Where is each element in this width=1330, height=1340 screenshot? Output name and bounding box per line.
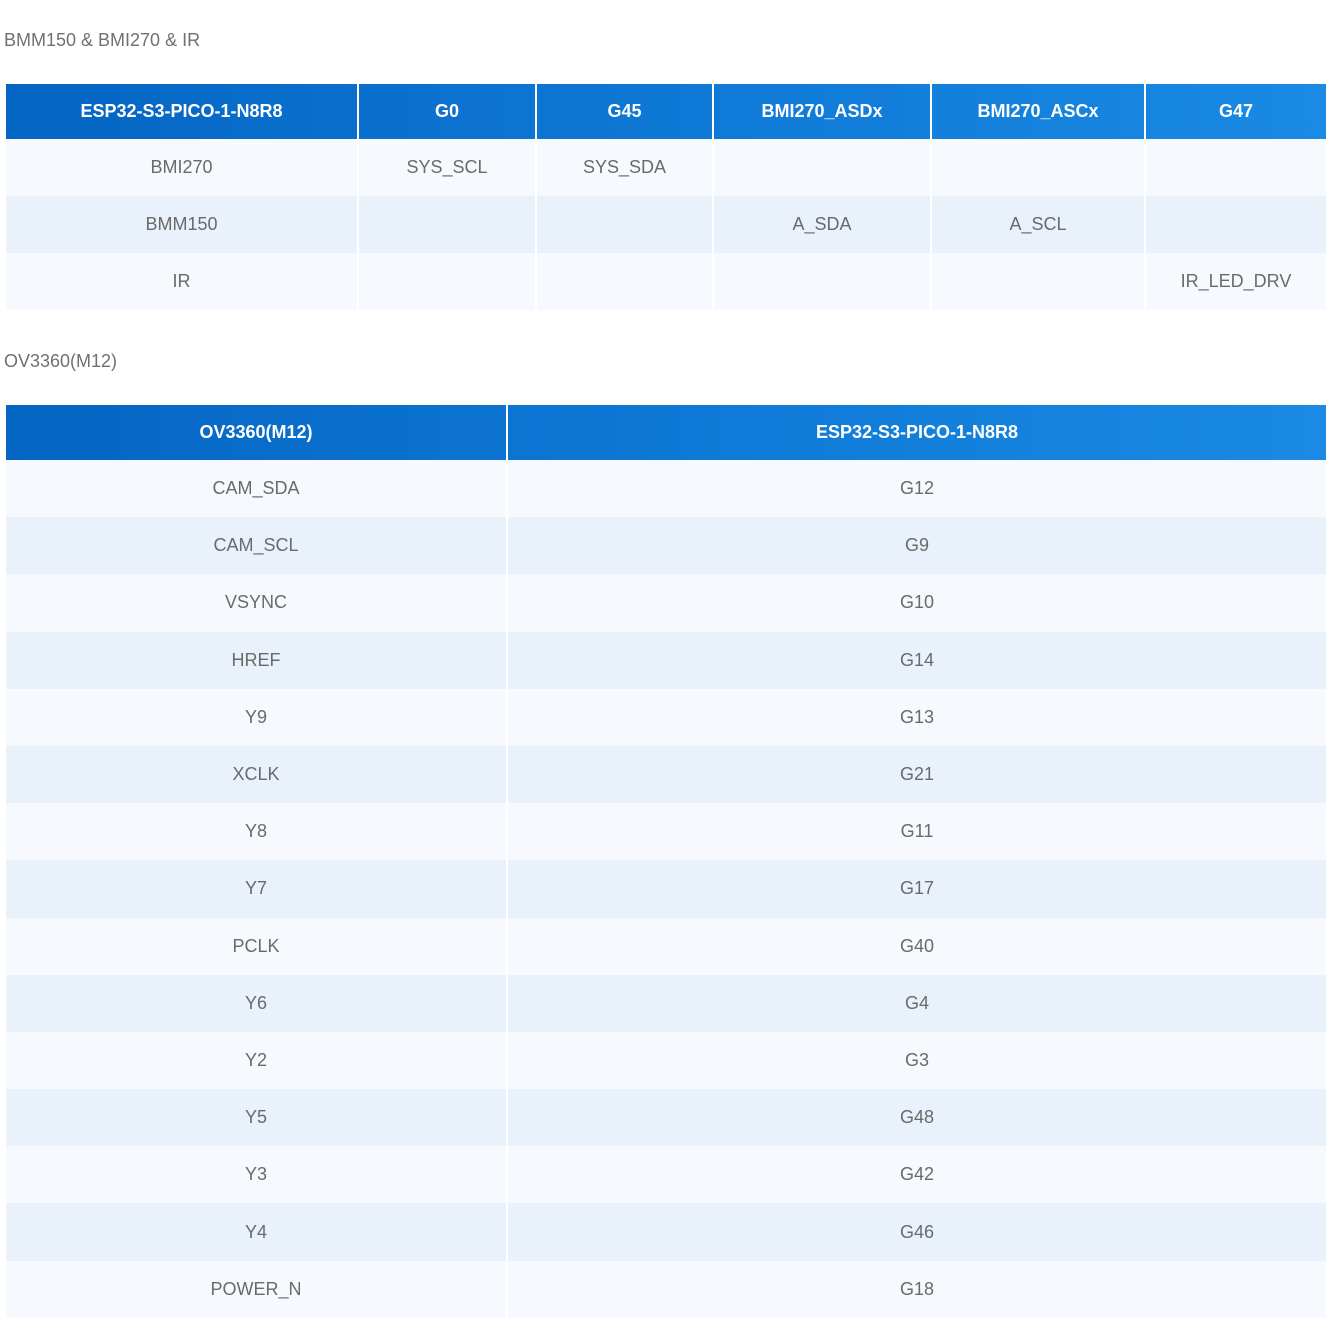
column-header: OV3360(M12): [199, 422, 313, 442]
camera-signal-cell: Y2: [6, 1031, 506, 1090]
camera-signal-cell: Y6: [6, 974, 506, 1032]
camera-signal-cell: Y5: [6, 1089, 506, 1147]
camera-signal-cell: CAM_SDA: [6, 460, 506, 518]
table-cell: BMM150: [6, 196, 357, 253]
gpio-pin-cell: G13: [506, 688, 1326, 746]
gpio-pin-cell: G12: [506, 460, 1326, 518]
table-row: Y7 G17: [6, 860, 1326, 918]
camera-signal-cell: VSYNC: [6, 574, 506, 632]
gpio-pin-cell: G21: [506, 745, 1326, 804]
gpio-pin-cell: G10: [506, 574, 1326, 632]
gpio-pin-cell: G48: [506, 1089, 1326, 1147]
table-cell: IR_LED_DRV: [1144, 253, 1326, 310]
gpio-pin-cell: G9: [506, 517, 1326, 575]
table-row: PCLK G40: [6, 917, 1326, 975]
table-row: Y9 G13: [6, 688, 1326, 746]
gpio-pin-cell: G4: [506, 974, 1326, 1032]
table-cell: A_SDA: [712, 196, 930, 253]
camera-signal-cell: Y7: [6, 860, 506, 918]
camera-signal-cell: POWER_N: [6, 1260, 506, 1318]
table-row: CAM_SDA G12: [6, 460, 1326, 518]
table-row: BMM150 A_SDA A_SCL: [6, 196, 1326, 253]
gpio-pin-cell: G46: [506, 1203, 1326, 1261]
gpio-pin-cell: G42: [506, 1146, 1326, 1204]
table-cell: SYS_SDA: [535, 139, 712, 196]
table-cell: BMI270: [6, 139, 357, 196]
camera-pin-table: OV3360(M12) ESP32-S3-PICO-1-N8R8 CAM_SDA…: [6, 405, 1326, 1318]
table-header-row: OV3360(M12) ESP32-S3-PICO-1-N8R8: [6, 405, 1326, 460]
table-row: Y4 G46: [6, 1203, 1326, 1261]
table-cell: [357, 196, 535, 253]
camera-signal-cell: PCLK: [6, 917, 506, 975]
gpio-pin-cell: G40: [506, 917, 1326, 975]
camera-signal-cell: Y8: [6, 803, 506, 861]
table-cell: [535, 196, 712, 253]
table-row: Y5 G48: [6, 1089, 1326, 1147]
table-row: IR IR_LED_DRV: [6, 253, 1326, 310]
column-header: ESP32-S3-PICO-1-N8R8: [506, 405, 1326, 460]
gpio-pin-cell: G18: [506, 1260, 1326, 1318]
table-cell: SYS_SCL: [357, 139, 535, 196]
table-header-row: ESP32-S3-PICO-1-N8R8 G0 G45 BMI270_ASDx …: [6, 84, 1326, 139]
gpio-pin-cell: G11: [506, 803, 1326, 861]
column-header: G0: [357, 84, 535, 139]
table-row: Y6 G4: [6, 974, 1326, 1032]
table-cell: [357, 253, 535, 310]
table-cell: [1144, 196, 1326, 253]
column-header: G47: [1144, 84, 1326, 139]
table-cell: [1144, 139, 1326, 196]
table-row: VSYNC G10: [6, 574, 1326, 632]
camera-signal-cell: Y9: [6, 688, 506, 746]
table-row: XCLK G21: [6, 745, 1326, 804]
column-header: G45: [535, 84, 712, 139]
table-cell: [712, 253, 930, 310]
table-cell: [712, 139, 930, 196]
sensor-pin-table: ESP32-S3-PICO-1-N8R8 G0 G45 BMI270_ASDx …: [6, 84, 1326, 310]
gpio-pin-cell: G3: [506, 1031, 1326, 1090]
camera-signal-cell: CAM_SCL: [6, 517, 506, 575]
camera-signal-cell: Y4: [6, 1203, 506, 1261]
table-cell: IR: [6, 253, 357, 310]
section-title-camera: OV3360(M12): [4, 351, 118, 371]
table-cell: [930, 253, 1144, 310]
table-row: Y8 G11: [6, 803, 1326, 861]
table-row: BMI270 SYS_SCL SYS_SDA: [6, 139, 1326, 196]
gpio-pin-cell: G17: [506, 860, 1326, 918]
table-row: POWER_N G18: [6, 1260, 1326, 1318]
table-row: CAM_SCL G9: [6, 517, 1326, 575]
table-row: HREF G14: [6, 631, 1326, 689]
column-header: BMI270_ASCx: [930, 84, 1144, 139]
gpio-pin-cell: G14: [506, 631, 1326, 689]
table-cell: [930, 139, 1144, 196]
section-title-sensors: BMM150 & BMI270 & IR: [4, 30, 201, 50]
camera-signal-cell: Y3: [6, 1146, 506, 1204]
camera-signal-cell: HREF: [6, 631, 506, 689]
camera-signal-cell: XCLK: [6, 745, 506, 804]
column-header: ESP32-S3-PICO-1-N8R8: [80, 101, 283, 121]
table-row: Y2 G3: [6, 1031, 1326, 1090]
table-cell: A_SCL: [930, 196, 1144, 253]
table-cell: [535, 253, 712, 310]
column-header: BMI270_ASDx: [712, 84, 930, 139]
table-row: Y3 G42: [6, 1146, 1326, 1204]
